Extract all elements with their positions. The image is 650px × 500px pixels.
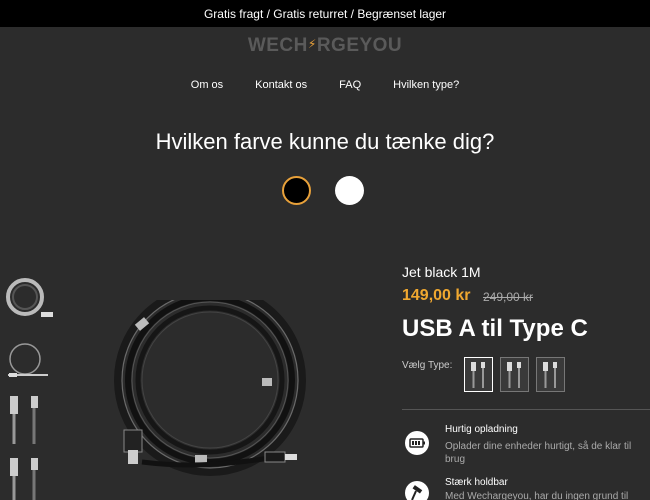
color-question-heading: Hvilken farve kunne du tænke dig? xyxy=(155,129,495,154)
hammer-icon xyxy=(405,481,429,500)
product-variant: Jet black 1M xyxy=(402,264,481,280)
type-label: Vælg Type: xyxy=(402,360,453,371)
product-thumbnail-2[interactable] xyxy=(3,337,53,393)
announcement-bar: Gratis fragt / Gratis returret / Begræns… xyxy=(0,0,650,27)
type-option-1[interactable] xyxy=(464,357,493,392)
cable-type-icon xyxy=(471,362,485,388)
nav-item-om-os[interactable]: Om os xyxy=(191,79,223,91)
type-option-3[interactable] xyxy=(536,357,565,392)
product-thumbnail-1[interactable] xyxy=(3,272,53,328)
cable-type-icon xyxy=(507,362,521,388)
feature-title: Hurtig opladning xyxy=(445,424,518,435)
bolt-icon: ⚡ xyxy=(307,37,317,51)
product-thumbnail-3[interactable] xyxy=(3,392,53,448)
nav-item-faq[interactable]: FAQ xyxy=(339,79,361,91)
feature-desc: Oplader dine enheder hurtigt, så de klar… xyxy=(445,441,632,465)
nav-item-hvilken-type[interactable]: Hvilken type? xyxy=(393,79,459,91)
type-option-2[interactable] xyxy=(500,357,529,392)
product-price: 149,00 kr xyxy=(402,287,471,304)
main-nav: Om os Kontakt os FAQ Hvilken type? xyxy=(0,79,650,91)
announcement-text: Gratis fragt / Gratis returret / Begræns… xyxy=(203,6,447,21)
cable-type-icon xyxy=(543,362,557,388)
product-thumbnail-4[interactable] xyxy=(3,452,53,500)
brand-logo[interactable]: WECH⚡RGEYOU xyxy=(0,35,650,57)
feature-title: Stærk holdbar xyxy=(445,477,508,488)
color-swatch-white[interactable] xyxy=(335,176,364,205)
product-main-image xyxy=(114,300,306,476)
product-old-price: 249,00 kr xyxy=(483,290,534,304)
nav-item-kontakt-os[interactable]: Kontakt os xyxy=(255,79,307,91)
product-title: USB A til Type C xyxy=(402,315,588,342)
feature-desc: Med Wechargeyou, har du ingen grund til xyxy=(445,491,629,500)
color-swatch-black[interactable] xyxy=(282,176,311,205)
divider xyxy=(402,409,650,410)
battery-icon xyxy=(405,431,429,455)
